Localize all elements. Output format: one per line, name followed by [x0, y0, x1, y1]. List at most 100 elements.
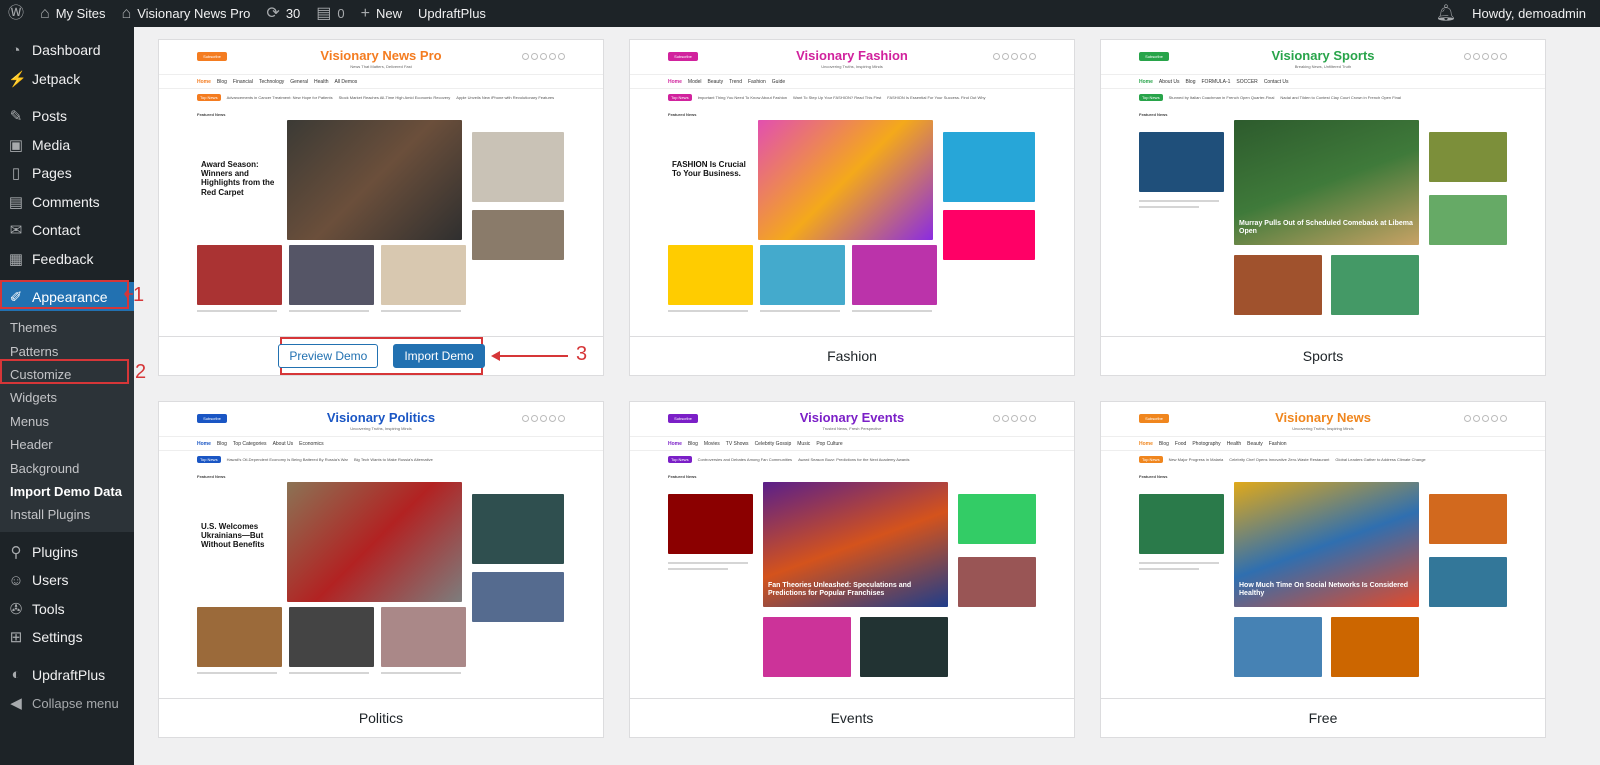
text-line	[381, 310, 461, 312]
ticker-badge: Top News	[197, 456, 221, 463]
section-title: Featured News	[1139, 474, 1168, 479]
social-icon	[1491, 415, 1498, 422]
side-image	[943, 210, 1035, 260]
menu-label: Plugins	[32, 543, 78, 560]
menu-posts[interactable]: ✎ Posts	[0, 102, 134, 131]
menu-contact[interactable]: ✉ Contact	[0, 216, 134, 245]
social-icons	[993, 415, 1036, 422]
social-icon	[531, 53, 538, 60]
demo-content-area: Award Season: Winners and Highlights fro…	[197, 112, 565, 336]
menu-label: Dashboard	[32, 42, 101, 59]
menu-updraftplus[interactable]: ◐ UpdraftPlus	[0, 661, 134, 690]
updraftplus-menu[interactable]: UpdraftPlus	[410, 0, 494, 27]
submenu-import-demo-data[interactable]: Import Demo Data	[0, 480, 134, 503]
demo-card[interactable]: Subscribe Visionary News Pro News That Mat…	[158, 39, 604, 376]
social-icon	[522, 415, 529, 422]
demo-site-header: Subscribe Visionary Politics Uncovering Tr…	[159, 402, 603, 437]
menu-tools[interactable]: ✇ Tools	[0, 595, 134, 624]
menu-label: Feedback	[32, 250, 94, 267]
demo-card-title: Politics	[358, 710, 404, 726]
ticker-badge: Top News	[1139, 94, 1163, 101]
demo-main-headline: Fan Theories Unleashed: Speculations and…	[768, 582, 912, 598]
thumb-image	[289, 607, 374, 667]
demo-site-tagline: Trusted News, Fresh Perspective	[822, 426, 882, 431]
annotation-arrow-3	[491, 351, 568, 361]
comment-icon: ▤	[8, 193, 24, 211]
demo-nav-item: Guide	[771, 78, 786, 85]
social-icon	[540, 415, 547, 422]
wrench-icon: ✇	[9, 600, 23, 618]
preview-demo-button[interactable]: Preview Demo	[278, 344, 379, 368]
comments-menu[interactable]: ▤ 0	[308, 0, 352, 27]
annotation-number-2: 2	[135, 361, 147, 383]
collapse-menu-button[interactable]: ◀ Collapse menu	[0, 689, 134, 718]
import-demo-button[interactable]: Import Demo	[393, 344, 485, 368]
text-line	[1139, 206, 1199, 208]
wordpress-logo[interactable]: Ⓦ	[0, 0, 32, 27]
submenu-menus[interactable]: Menus	[0, 410, 134, 433]
demo-nav-item: Fashion	[748, 78, 766, 85]
thumb-image	[381, 607, 466, 667]
new-content-menu[interactable]: + New	[353, 0, 410, 27]
updraftplus-label: UpdraftPlus	[418, 6, 486, 21]
account-menu[interactable]: Howdy, demoadmin	[1464, 0, 1600, 27]
demo-card[interactable]: Subscribe Visionary Events Trusted News, F…	[629, 401, 1075, 738]
my-sites-menu[interactable]: ⌂ My Sites	[32, 0, 114, 27]
menu-media[interactable]: ▣ Media	[0, 131, 134, 160]
demo-site-tagline: Uncovering Truths, Inspiring Minds	[350, 426, 412, 431]
demo-nav-item: Celebrity Gossip	[754, 440, 792, 447]
demo-nav-item: About Us	[272, 440, 294, 447]
menu-label: Jetpack	[32, 70, 81, 87]
submenu-background[interactable]: Background	[0, 456, 134, 479]
demo-site-nav: Home Blog Movies TV Shows Celebrity Gossip Mu…	[630, 437, 1074, 451]
menu-pages[interactable]: ▯ Pages	[0, 159, 134, 188]
thumb-image	[1429, 195, 1507, 245]
side-image	[472, 572, 564, 622]
demo-nav-item: Home	[668, 440, 682, 447]
menu-jetpack[interactable]: ⚡ Jetpack	[0, 65, 134, 94]
demo-card[interactable]: Subscribe Visionary News Uncovering Truths…	[1100, 401, 1546, 738]
demo-nav-item: Technology	[258, 78, 285, 85]
social-icon	[1464, 415, 1471, 422]
side-image	[943, 132, 1035, 202]
updates-menu[interactable]: ⟳ 30	[258, 0, 308, 27]
notifications-button[interactable]: 🔔︎	[1428, 0, 1464, 27]
menu-settings[interactable]: ⊞ Settings	[0, 623, 134, 652]
demo-nav-item: Blog	[216, 78, 227, 85]
site-name-menu[interactable]: ⌂ Visionary News Pro	[114, 0, 259, 27]
demo-nav-item: Fashion	[1268, 440, 1287, 447]
social-icon	[558, 415, 565, 422]
demo-nav-item: Top Categories	[232, 440, 267, 447]
menu-comments[interactable]: ▤ Comments	[0, 188, 134, 217]
submenu-widgets[interactable]: Widgets	[0, 386, 134, 409]
demo-preview-screenshot: Subscribe Visionary Fashion Uncovering Tru…	[630, 40, 1074, 337]
demo-nav-item: Beauty	[1247, 440, 1263, 447]
demo-nav-item: TV Shows	[725, 440, 749, 447]
demo-main-headline: Award Season: Winners and Highlights fro…	[201, 160, 275, 197]
social-icons	[993, 53, 1036, 60]
menu-feedback[interactable]: ▦ Feedback	[0, 245, 134, 274]
mail-icon: ✉	[9, 222, 23, 240]
demo-main-headline: Murray Pulls Out of Scheduled Comeback a…	[1239, 220, 1413, 236]
menu-dashboard[interactable]: ◔ Dashboard	[0, 36, 134, 65]
ticker-item: Important Thing You Need To Know About F…	[697, 95, 788, 100]
social-icon	[993, 415, 1000, 422]
plugin-icon: ⚲	[10, 543, 22, 561]
feedback-icon: ▦	[8, 250, 24, 268]
demo-card[interactable]: Subscribe Visionary Sports Breaking News, …	[1100, 39, 1546, 376]
submenu-header[interactable]: Header	[0, 433, 134, 456]
submenu-themes[interactable]: Themes	[0, 316, 134, 339]
menu-users[interactable]: ☺ Users	[0, 566, 134, 595]
demo-card[interactable]: Subscribe Visionary Politics Uncovering Tr…	[158, 401, 604, 738]
social-icon	[531, 415, 538, 422]
hero-image	[287, 120, 462, 240]
section-title: Featured News	[1139, 112, 1168, 117]
demo-site-nav: Home Blog Financial Technology General Health…	[159, 75, 603, 89]
demo-news-ticker: Top News Advancements in Cancer Treatment…	[197, 92, 565, 103]
social-icon	[522, 53, 529, 60]
social-icon	[549, 415, 556, 422]
menu-plugins[interactable]: ⚲ Plugins	[0, 538, 134, 567]
submenu-install-plugins[interactable]: Install Plugins	[0, 503, 134, 526]
demo-card[interactable]: Subscribe Visionary Fashion Uncovering Tru…	[629, 39, 1075, 376]
thumb-image	[1429, 557, 1507, 607]
